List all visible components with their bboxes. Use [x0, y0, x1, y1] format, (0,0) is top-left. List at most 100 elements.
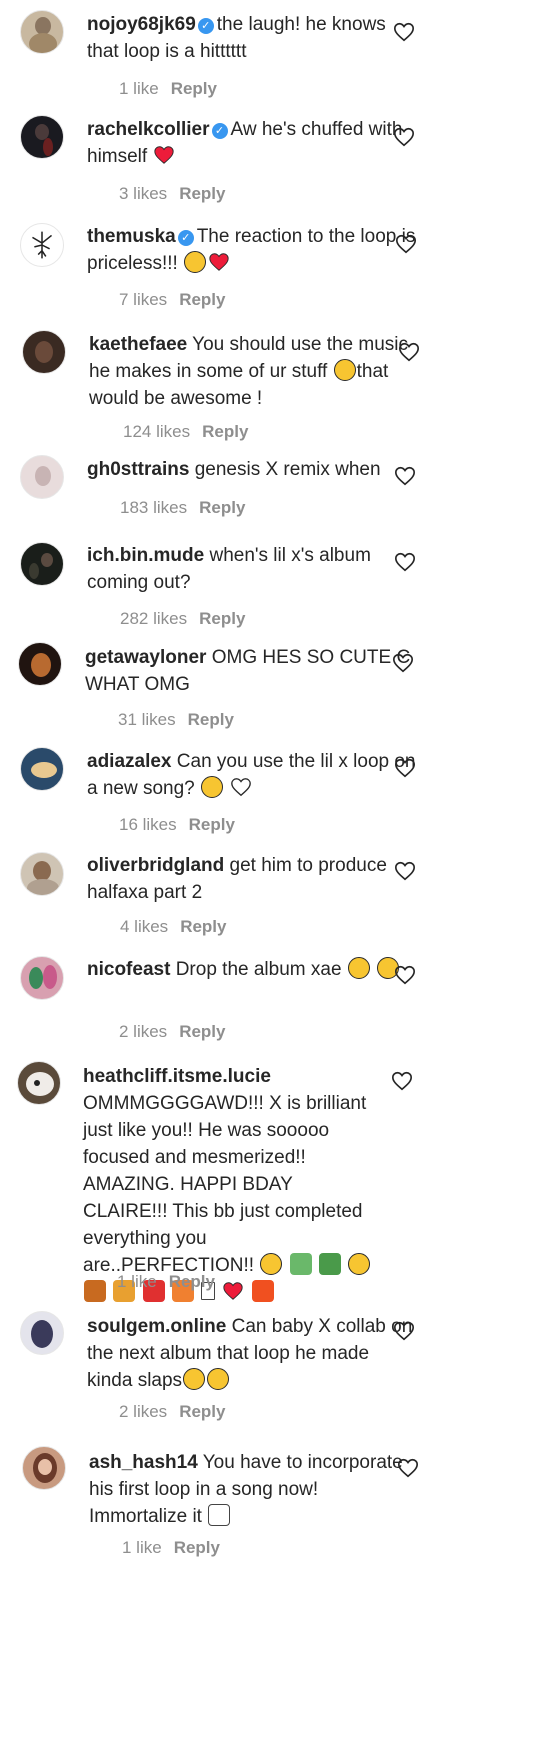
comment-username[interactable]: nojoy68jk69 — [87, 14, 196, 35]
avatar[interactable] — [20, 10, 64, 54]
red-heart-icon — [223, 1282, 244, 1300]
comment-text: rachelkcollier ✓ Aw he's chuffed with hims… — [87, 116, 417, 170]
avatar[interactable] — [20, 542, 64, 586]
comment-username[interactable]: kaethefaee — [89, 334, 187, 355]
avatar[interactable] — [20, 852, 64, 896]
reply-button[interactable]: Reply — [179, 184, 225, 203]
reply-button[interactable]: Reply — [199, 609, 245, 628]
comment-text: oliverbridgland get him to produce halfa… — [87, 852, 417, 906]
comment-meta: 1 like Reply — [117, 1272, 215, 1292]
like-count[interactable]: 1 like — [117, 1272, 157, 1291]
avatar[interactable] — [20, 1311, 64, 1355]
comment-username[interactable]: ash_hash14 — [89, 1452, 198, 1473]
like-count[interactable]: 7 likes — [119, 290, 167, 309]
heart-icon[interactable] — [393, 1320, 415, 1342]
heart-icon[interactable] — [391, 1070, 413, 1092]
comment-username[interactable]: ich.bin.mude — [87, 545, 204, 566]
comment-username[interactable]: getawayloner — [85, 647, 206, 668]
raising-hands-icon — [348, 1253, 371, 1275]
like-count[interactable]: 2 likes — [119, 1022, 167, 1041]
avatar[interactable] — [20, 455, 64, 499]
heart-icon[interactable] — [394, 860, 416, 882]
avatar[interactable] — [22, 330, 66, 374]
comment-text: getawayloner OMG HES SO CUTE C WHAT OMG — [85, 644, 415, 698]
thinking-face-icon — [201, 776, 224, 798]
heart-icon[interactable] — [397, 1457, 419, 1479]
comment-username[interactable]: rachelkcollier — [87, 119, 210, 140]
reply-button[interactable]: Reply — [189, 815, 235, 834]
comment-text: gh0sttrains genesis X remix when — [87, 456, 417, 483]
heart-icon[interactable] — [394, 964, 416, 986]
comment-meta: 1 like Reply — [119, 79, 217, 99]
heart-icon[interactable] — [398, 341, 420, 363]
comment-username[interactable]: themuska — [87, 226, 176, 247]
comment-meta: 3 likes Reply — [119, 184, 225, 204]
comment-meta: 1 like Reply — [122, 1538, 220, 1558]
reply-button[interactable]: Reply — [199, 498, 245, 517]
comment-text: kaethefaee You should use the music he m… — [89, 331, 419, 412]
heart-icon[interactable] — [395, 233, 417, 255]
comment-meta: 183 likes Reply — [120, 498, 245, 518]
reply-button[interactable]: Reply — [174, 1538, 220, 1557]
comment-body: genesis X remix when — [194, 459, 381, 480]
reply-button[interactable]: Reply — [202, 422, 248, 441]
avatar[interactable] — [17, 1061, 61, 1105]
avatar[interactable] — [20, 115, 64, 159]
comment-username[interactable]: soulgem.online — [87, 1316, 226, 1337]
comment-username[interactable]: adiazalex — [87, 751, 172, 772]
collision-icon — [251, 1280, 274, 1302]
avatar[interactable] — [20, 956, 64, 1000]
reply-button[interactable]: Reply — [171, 79, 217, 98]
like-count[interactable]: 1 like — [119, 79, 159, 98]
comment-body: OMMMGGGGAWD!!! X is brilliant just like … — [83, 1093, 367, 1276]
like-count[interactable]: 282 likes — [120, 609, 187, 628]
pleading-face-icon — [333, 359, 356, 381]
avatar[interactable] — [20, 747, 64, 791]
butterfly-icon — [84, 1280, 106, 1302]
heart-icon[interactable] — [393, 126, 415, 148]
reply-button[interactable]: Reply — [179, 1022, 225, 1041]
reply-button[interactable]: Reply — [179, 1402, 225, 1421]
reply-button[interactable]: Reply — [179, 290, 225, 309]
reply-button[interactable]: Reply — [169, 1272, 215, 1291]
comment-meta: 2 likes Reply — [119, 1402, 225, 1422]
comment-meta: 31 likes Reply — [118, 710, 234, 730]
smiling-face-with-hearts-icon — [260, 1253, 283, 1275]
person-shrugging-icon — [289, 1253, 312, 1275]
like-count[interactable]: 124 likes — [123, 422, 190, 441]
heart-icon[interactable] — [394, 551, 416, 573]
heart-icon[interactable] — [392, 652, 414, 674]
avatar[interactable] — [18, 642, 62, 686]
heart-icon[interactable] — [394, 757, 416, 779]
like-count[interactable]: 2 likes — [119, 1402, 167, 1421]
reply-button[interactable]: Reply — [180, 917, 226, 936]
unicorn-icon — [208, 1504, 231, 1526]
comment-meta: 16 likes Reply — [119, 815, 235, 835]
red-heart-icon — [209, 253, 229, 271]
comment-text: soulgem.online Can baby X collab on the … — [87, 1313, 417, 1394]
verified-badge-icon: ✓ — [211, 123, 228, 139]
avatar[interactable] — [20, 223, 64, 267]
like-count[interactable]: 3 likes — [119, 184, 167, 203]
like-count[interactable]: 16 likes — [119, 815, 177, 834]
avatar[interactable] — [22, 1446, 66, 1490]
tired-face-icon — [347, 957, 370, 979]
reply-button[interactable]: Reply — [188, 710, 234, 729]
comment-meta: 2 likes Reply — [119, 1022, 225, 1042]
comment-username[interactable]: oliverbridgland — [87, 855, 224, 876]
verified-badge-icon: ✓ — [197, 18, 214, 34]
comment-text: heathcliff.itsme.lucie OMMMGGGGAWD!!! X i… — [83, 1063, 373, 1306]
like-count[interactable]: 183 likes — [120, 498, 187, 517]
comment-text: ash_hash14 You have to incorporate his f… — [89, 1449, 419, 1530]
like-count[interactable]: 4 likes — [120, 917, 168, 936]
like-count[interactable]: 31 likes — [118, 710, 176, 729]
comment-meta: 282 likes Reply — [120, 609, 245, 629]
like-count[interactable]: 1 like — [122, 1538, 162, 1557]
comment-username[interactable]: gh0sttrains — [87, 459, 189, 480]
comment-meta: 124 likes Reply — [123, 422, 248, 442]
heart-icon[interactable] — [394, 465, 416, 487]
comment-username[interactable]: heathcliff.itsme.lucie — [83, 1066, 271, 1087]
comment-body: Drop the album xae — [175, 959, 342, 980]
heart-icon[interactable] — [393, 21, 415, 43]
comment-username[interactable]: nicofeast — [87, 959, 170, 980]
